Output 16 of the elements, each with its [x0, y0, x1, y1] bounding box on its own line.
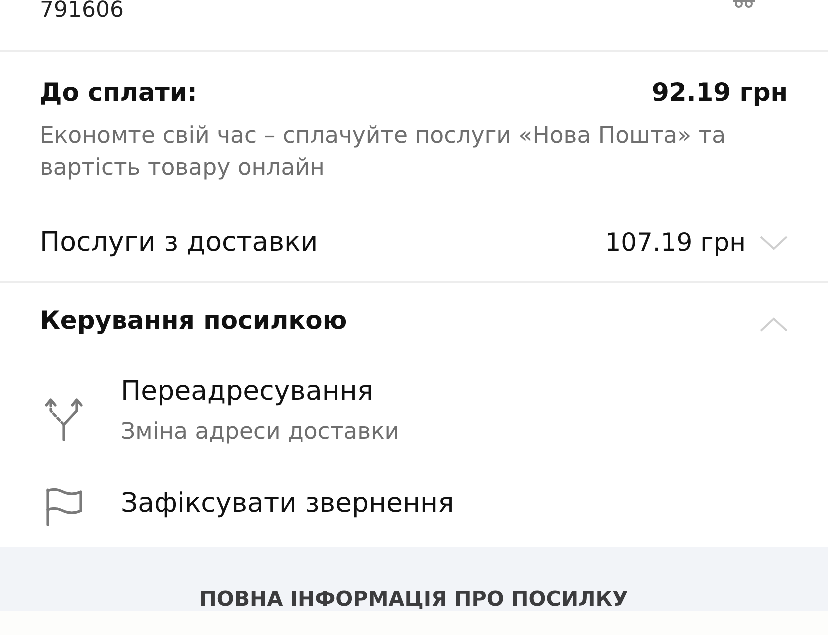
section-title: Керування посилкою	[40, 305, 348, 337]
payment-amount: 92.19 грн	[652, 77, 788, 109]
action-title[interactable]: Зафіксувати звернення	[121, 487, 454, 521]
flag-icon	[45, 487, 83, 527]
payment-label: До сплати:	[40, 77, 198, 109]
full-info-button[interactable]: ПОВНА ІНФОРМАЦІЯ ПРО ПОСИЛКУ	[196, 587, 632, 611]
payment-note: Економте свій час – сплачуйте послуги «Нова Пошта» та вартість товару онлайн	[40, 122, 728, 183]
parcel-number: 791606	[40, 0, 124, 22]
action-title[interactable]: Переадресування	[121, 375, 400, 409]
split-arrows-icon	[45, 397, 83, 441]
section-title: Послуги з доставки	[40, 226, 318, 260]
wheels-icon	[733, 0, 755, 8]
chevron-up-icon[interactable]	[760, 316, 788, 332]
chevron-down-icon[interactable]	[760, 236, 788, 250]
action-subtitle: Зміна адреси доставки	[121, 418, 400, 447]
section-amount: 107.19 грн	[605, 227, 746, 259]
